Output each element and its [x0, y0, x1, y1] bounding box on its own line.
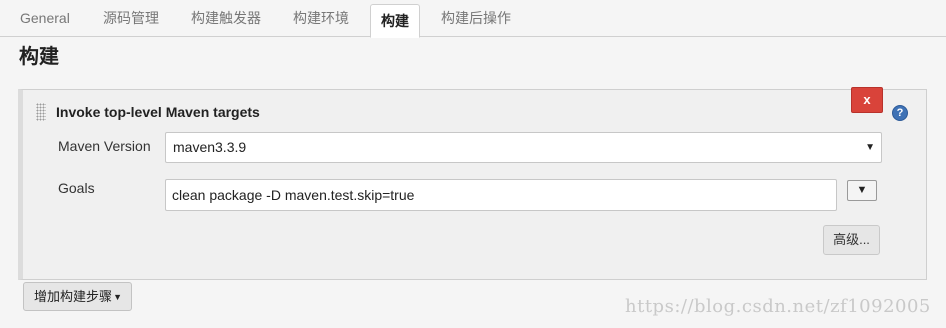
tab-post-build[interactable]: 构建后操作: [431, 0, 521, 37]
tab-source-control[interactable]: 源码管理: [93, 0, 169, 37]
section-title: 构建: [19, 46, 59, 68]
maven-version-select[interactable]: maven3.3.9 ▼: [165, 132, 882, 163]
maven-version-value: maven3.3.9: [173, 139, 247, 155]
add-build-step-button[interactable]: 增加构建步骤 ▼: [23, 282, 132, 311]
caret-down-icon: ▼: [113, 292, 122, 302]
drag-handle-icon[interactable]: [36, 103, 46, 121]
dropdown-arrow-icon: ▼: [865, 142, 875, 153]
tab-general[interactable]: General: [10, 0, 80, 37]
build-step-title: Invoke top-level Maven targets: [56, 104, 260, 120]
tab-build-triggers[interactable]: 构建触发器: [181, 0, 271, 37]
delete-step-button[interactable]: x: [851, 87, 883, 113]
advanced-button[interactable]: 高级...: [823, 225, 880, 255]
maven-version-label: Maven Version: [58, 138, 151, 154]
tab-build-environment[interactable]: 构建环境: [283, 0, 359, 37]
goals-label: Goals: [58, 180, 95, 196]
help-icon[interactable]: ?: [892, 105, 908, 121]
watermark: https://blog.csdn.net/zf1092005: [625, 296, 931, 317]
expand-textarea-button[interactable]: ▼: [847, 180, 877, 201]
tab-build[interactable]: 构建: [370, 4, 420, 38]
tab-bar: General 源码管理 构建触发器 构建环境 构建 构建后操作: [0, 0, 946, 38]
add-build-step-label: 增加构建步骤: [34, 289, 113, 304]
goals-input[interactable]: clean package -D maven.test.skip=true: [165, 179, 837, 211]
